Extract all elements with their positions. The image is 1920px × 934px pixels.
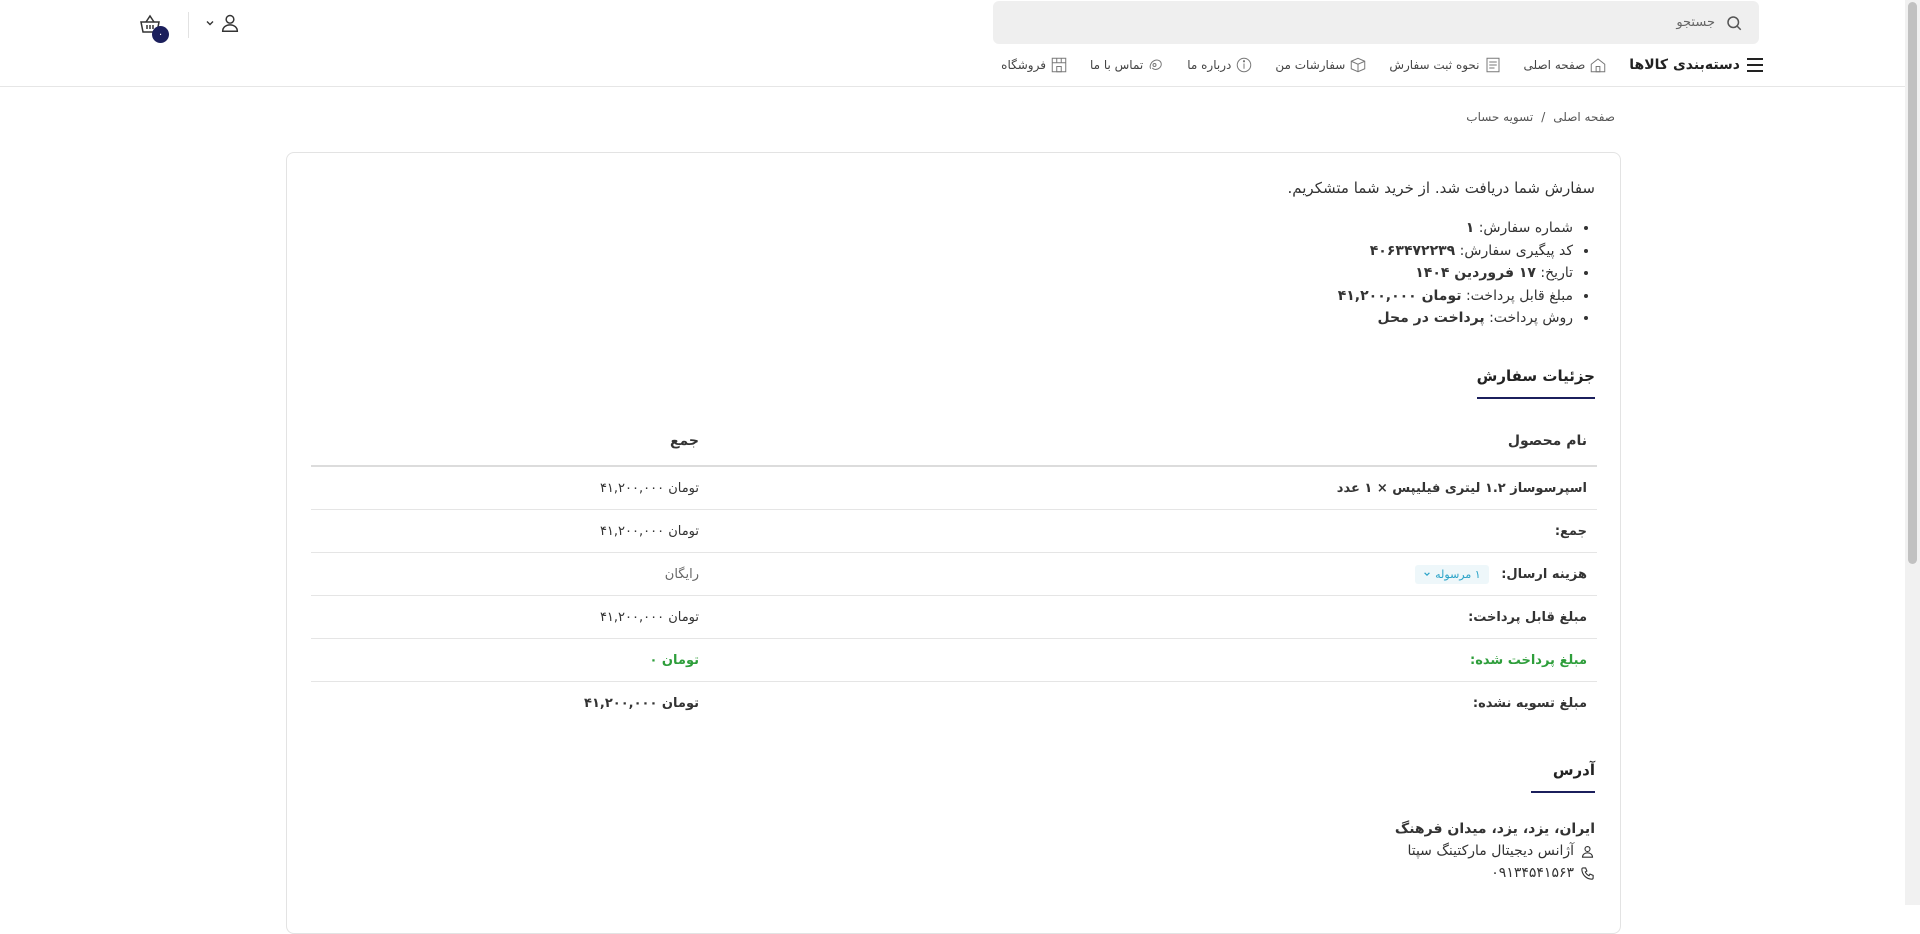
user-icon xyxy=(219,12,241,34)
unpaid-value: تومان ۴۱,۲۰۰,۰۰۰ xyxy=(584,695,699,711)
breadcrumb-home[interactable]: صفحه اصلی xyxy=(1553,110,1615,124)
table-row: هزینه ارسال: ۱ مرسوله رایگان xyxy=(311,553,1597,596)
nav-item-store[interactable]: فروشگاه xyxy=(1001,56,1068,74)
search-icon xyxy=(1725,14,1743,32)
address-name-row: آژانس دیجیتال مارکتینگ سپتا xyxy=(1395,840,1595,862)
heading-underline xyxy=(1531,791,1595,793)
cart-count-badge: ۰ xyxy=(152,26,169,43)
chevron-down-icon xyxy=(1423,570,1431,578)
table-header: نام محصول جمع xyxy=(311,417,1597,467)
nav-item-about[interactable]: درباره ما xyxy=(1187,56,1253,74)
payable-label: مبلغ قابل پرداخت: xyxy=(1468,609,1587,625)
user-menu-button[interactable] xyxy=(205,12,241,34)
col-total-header: جمع xyxy=(669,433,699,449)
search-placeholder: جستجو xyxy=(1676,15,1715,30)
nav-item-label: نحوه ثبت سفارش xyxy=(1389,58,1480,72)
nav-item-label: فروشگاه xyxy=(1001,58,1046,72)
order-date: تاریخ: ۱۷ فروردین ۱۴۰۴ xyxy=(1338,262,1573,285)
order-details-title: جزئیات سفارش xyxy=(1476,367,1595,385)
payable-value: تومان ۴۱,۲۰۰,۰۰۰ xyxy=(599,609,699,625)
order-number-label: شماره سفارش: xyxy=(1478,220,1573,236)
document-icon xyxy=(1484,56,1502,74)
order-number-value: ۱ xyxy=(1465,220,1475,236)
user-icon xyxy=(1580,844,1595,859)
thank-you-message: سفارش شما دریافت شد. از خرید شما متشکریم… xyxy=(1287,179,1596,197)
shipping-packages-toggle[interactable]: ۱ مرسوله xyxy=(1415,564,1489,584)
tracking-label: کد پیگیری سفارش: xyxy=(1459,242,1573,259)
date-label: تاریخ: xyxy=(1540,265,1573,281)
categories-menu[interactable]: دسته‌بندی کالاها xyxy=(1629,57,1764,73)
tracking-value: ۴۰۶۳۴۷۲۲۳۹ xyxy=(1369,242,1456,259)
contact-icon xyxy=(1147,56,1165,74)
shipping-cell: هزینه ارسال: ۱ مرسوله xyxy=(699,564,1597,584)
paid-label: مبلغ پرداخت شده: xyxy=(1470,652,1587,668)
order-details-table: نام محصول جمع اسپرسوساز ۱.۲ لیتری فیلیپس… xyxy=(311,417,1597,724)
store-icon xyxy=(1050,56,1068,74)
address-title: آدرس xyxy=(1552,761,1595,779)
table-row: اسپرسوساز ۱.۲ لیتری فیلیپس × ۱ عدد تومان… xyxy=(311,467,1597,510)
address-line: ایران، یزد، یزد، میدان فرهنگ xyxy=(1394,821,1595,837)
nav-item-label: سفارشات من xyxy=(1275,58,1346,72)
shipping-label: هزینه ارسال: xyxy=(1501,566,1587,582)
order-total: مبلغ قابل پرداخت: تومان ۴۱,۲۰۰,۰۰۰ xyxy=(1338,285,1573,308)
nav-item-home[interactable]: صفحه اصلی xyxy=(1524,56,1608,74)
nav-item-label: تماس با ما xyxy=(1089,58,1144,72)
table-row: مبلغ قابل پرداخت: تومان ۴۱,۲۰۰,۰۰۰ xyxy=(311,596,1597,639)
col-product-header: نام محصول xyxy=(1507,433,1587,449)
address-phone-row: ۰۹۱۳۴۵۴۱۵۶۳ xyxy=(1395,862,1595,884)
phone-icon xyxy=(1580,866,1595,881)
heading-underline xyxy=(1476,397,1595,399)
payment-method-label: روش پرداخت: xyxy=(1489,310,1573,326)
payment-method-value: پرداخت در محل xyxy=(1377,310,1485,326)
scrollbar[interactable] xyxy=(1905,0,1920,905)
order-tracking: کد پیگیری سفارش: ۴۰۶۳۴۷۲۲۳۹ xyxy=(1338,240,1573,263)
shipping-value: رایگان xyxy=(664,566,699,582)
home-icon xyxy=(1589,56,1607,74)
breadcrumb: صفحه اصلی / تسویه حساب xyxy=(1466,110,1615,124)
address-phone: ۰۹۱۳۴۵۴۱۵۶۳ xyxy=(1491,865,1574,881)
nav-item-contact[interactable]: تماس با ما xyxy=(1090,56,1165,74)
total-label: مبلغ قابل پرداخت: xyxy=(1465,287,1573,304)
nav-item-label: درباره ما xyxy=(1187,58,1232,72)
total-value: تومان ۴۱,۲۰۰,۰۰۰ xyxy=(1337,287,1462,304)
order-details-heading: جزئیات سفارش xyxy=(1476,367,1595,399)
address-name: آژانس دیجیتال مارکتینگ سپتا xyxy=(1407,843,1574,859)
nav-item-label: صفحه اصلی xyxy=(1523,58,1586,72)
search-input[interactable]: جستجو xyxy=(993,1,1759,44)
order-number: شماره سفارش: ۱ xyxy=(1338,217,1573,240)
chevron-down-icon xyxy=(205,18,215,28)
breadcrumb-current: تسویه حساب xyxy=(1466,110,1534,124)
product-total: تومان ۴۱,۲۰۰,۰۰۰ xyxy=(599,480,699,496)
header-divider xyxy=(188,12,189,38)
box-icon xyxy=(1349,56,1367,74)
paid-value: تومان ۰ xyxy=(649,652,699,668)
header-divider-line xyxy=(0,86,1905,87)
breadcrumb-separator: / xyxy=(1541,110,1546,124)
subtotal-label: جمع: xyxy=(1554,523,1587,539)
table-row: مبلغ تسویه نشده: تومان ۴۱,۲۰۰,۰۰۰ xyxy=(311,682,1597,724)
order-received-card: سفارش شما دریافت شد. از خرید شما متشکریم… xyxy=(286,152,1621,934)
address-block: ایران، یزد، یزد، میدان فرهنگ آژانس دیجیت… xyxy=(1395,818,1595,884)
table-row: جمع: تومان ۴۱,۲۰۰,۰۰۰ xyxy=(311,510,1597,553)
unpaid-label: مبلغ تسویه نشده: xyxy=(1472,695,1587,711)
nav-item-my-orders[interactable]: سفارشات من xyxy=(1275,56,1367,74)
main-nav: دسته‌بندی کالاها صفحه اصلی نحوه ثبت سفار… xyxy=(979,56,1764,74)
payment-method: روش پرداخت: پرداخت در محل xyxy=(1338,307,1574,330)
info-icon xyxy=(1235,56,1253,74)
table-row: مبلغ پرداخت شده: تومان ۰ xyxy=(311,639,1597,682)
shipping-tag-label: ۱ مرسوله xyxy=(1435,567,1481,581)
subtotal-value: تومان ۴۱,۲۰۰,۰۰۰ xyxy=(599,523,699,539)
categories-label: دسته‌بندی کالاها xyxy=(1629,57,1740,73)
cart-button[interactable]: ۰ xyxy=(138,12,169,43)
scrollbar-thumb[interactable] xyxy=(1908,2,1917,564)
date-value: ۱۷ فروردین ۱۴۰۴ xyxy=(1415,265,1536,281)
hamburger-icon xyxy=(1746,58,1764,72)
nav-item-how-to-order[interactable]: نحوه ثبت سفارش xyxy=(1389,56,1501,74)
product-name[interactable]: اسپرسوساز ۱.۲ لیتری فیلیپس × ۱ عدد xyxy=(699,481,1597,496)
address-heading: آدرس xyxy=(1531,761,1595,793)
order-overview: شماره سفارش: ۱ کد پیگیری سفارش: ۴۰۶۳۴۷۲۲… xyxy=(1338,217,1595,330)
